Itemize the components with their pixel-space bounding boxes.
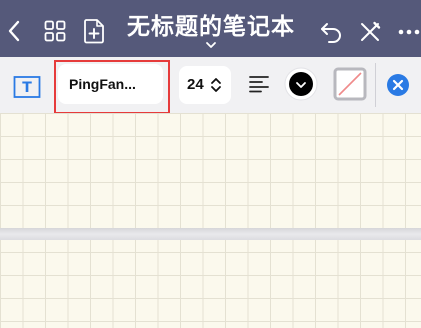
note-canvas-next-page[interactable] — [0, 240, 421, 328]
title-dropdown-icon[interactable] — [205, 41, 217, 49]
back-icon[interactable] — [7, 20, 21, 42]
font-size-selector[interactable]: 24 — [179, 66, 231, 104]
stepper-icon[interactable] — [210, 77, 222, 93]
font-family-label: PingFan... — [69, 76, 136, 92]
top-nav-bar: 无标题的笔记本 — [0, 0, 421, 57]
page-divider — [0, 228, 421, 240]
grid-icon[interactable] — [44, 20, 66, 42]
tools-icon[interactable] — [359, 21, 381, 43]
color-picker-icon[interactable] — [284, 67, 318, 101]
add-page-icon[interactable] — [83, 18, 105, 44]
notebook-title[interactable]: 无标题的笔记本 — [118, 10, 304, 44]
text-mode-label: T — [22, 80, 32, 96]
align-left-icon[interactable] — [248, 75, 270, 93]
toolbar-divider — [375, 63, 376, 107]
font-size-value: 24 — [187, 76, 204, 93]
text-box-icon[interactable]: T — [12, 76, 42, 98]
note-canvas-page[interactable] — [0, 113, 421, 228]
text-color-swatch — [289, 72, 313, 96]
font-family-selector[interactable]: PingFan... — [58, 64, 163, 104]
close-icon[interactable] — [386, 73, 410, 97]
no-fill-icon[interactable] — [333, 67, 367, 101]
more-icon[interactable] — [398, 29, 420, 35]
undo-icon[interactable] — [319, 21, 343, 43]
text-format-toolbar: T PingFan... 24 — [0, 57, 421, 114]
